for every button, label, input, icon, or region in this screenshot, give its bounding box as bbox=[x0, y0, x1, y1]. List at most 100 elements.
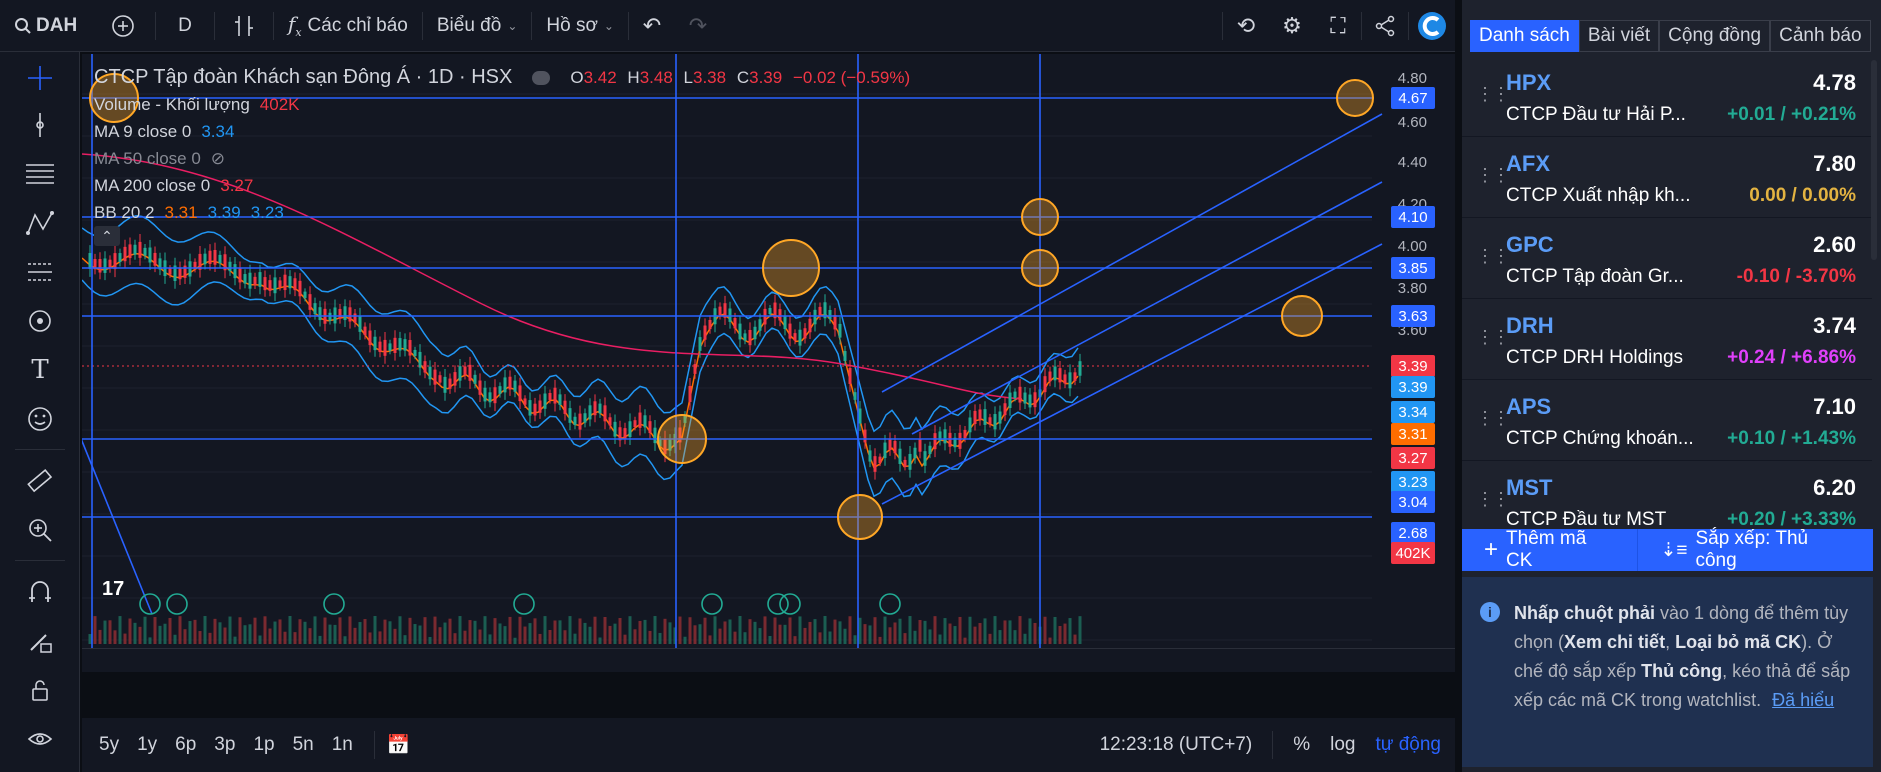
legend-ma200[interactable]: MA 200 close 0 3.27 bbox=[94, 172, 916, 199]
range-5y[interactable]: 5y bbox=[90, 734, 128, 756]
chart-type-button[interactable]: Biểu đồ ⌄ bbox=[423, 0, 532, 52]
percent-toggle[interactable]: % bbox=[1293, 734, 1310, 756]
watchlist-row[interactable]: ⋮⋮ DRH 3.74 CTCP DRH Holdings +0.24 / +6.86% bbox=[1462, 299, 1872, 380]
profile-button[interactable]: Hồ sơ ⌄ bbox=[532, 0, 628, 52]
drag-handle-icon[interactable]: ⋮⋮ bbox=[1476, 408, 1510, 429]
candle-body bbox=[1063, 374, 1067, 384]
redo-button[interactable]: ↷ bbox=[675, 0, 721, 52]
volume-bar bbox=[88, 634, 92, 644]
channel-line bbox=[881, 243, 1383, 505]
undo-button[interactable]: ↶ bbox=[629, 0, 675, 52]
volume-bar bbox=[448, 618, 452, 644]
tab-1[interactable]: Bài viết bbox=[1578, 20, 1660, 52]
range-5n[interactable]: 5n bbox=[284, 734, 323, 756]
symbol-text: DAH bbox=[36, 14, 78, 36]
range-1y[interactable]: 1y bbox=[128, 734, 166, 756]
replay-button[interactable]: ⟲ bbox=[1223, 0, 1269, 52]
shapes-tool[interactable] bbox=[0, 296, 80, 345]
volume-bar bbox=[173, 634, 177, 644]
eye-off-icon[interactable]: ⊘ bbox=[211, 145, 225, 172]
watchlist-symbol[interactable]: APS bbox=[1506, 394, 1551, 420]
bar-style-button[interactable] bbox=[215, 0, 273, 52]
drag-handle-icon[interactable]: ⋮⋮ bbox=[1476, 84, 1510, 105]
log-toggle[interactable]: log bbox=[1330, 734, 1355, 756]
zoom-tool[interactable] bbox=[0, 505, 80, 554]
settings-button[interactable]: ⚙ bbox=[1269, 0, 1315, 52]
watchlist-row[interactable]: ⋮⋮ HPX 4.78 CTCP Đầu tư Hải P... +0.01 / +0.… bbox=[1462, 56, 1872, 137]
drag-handle-icon[interactable]: ⋮⋮ bbox=[1476, 246, 1510, 267]
range-1p[interactable]: 1p bbox=[244, 734, 283, 756]
candle-body bbox=[753, 326, 757, 340]
visibility-tool[interactable] bbox=[0, 714, 80, 763]
tab-2[interactable]: Cộng đồng bbox=[1659, 20, 1771, 52]
divider bbox=[15, 449, 65, 450]
candle-body bbox=[603, 405, 607, 422]
tab-3[interactable]: Cảnh báo bbox=[1770, 20, 1871, 52]
volume-bar bbox=[558, 620, 562, 644]
volume-bar bbox=[373, 616, 377, 644]
drag-handle-icon[interactable]: ⋮⋮ bbox=[1476, 165, 1510, 186]
text-tool[interactable]: T bbox=[0, 345, 80, 394]
candle-body bbox=[238, 268, 242, 283]
share-button[interactable] bbox=[1362, 0, 1408, 52]
measure-tool[interactable] bbox=[0, 456, 80, 505]
add-symbol-button[interactable]: + Thêm mã CK bbox=[1462, 528, 1637, 571]
indicators-button[interactable]: fx Các chỉ báo bbox=[274, 0, 422, 52]
clock-text[interactable]: 12:23:18 (UTC+7) bbox=[1100, 734, 1253, 756]
forecast-tool[interactable] bbox=[0, 247, 80, 296]
watchlist-symbol[interactable]: DRH bbox=[1506, 313, 1554, 339]
volume-bar bbox=[403, 635, 407, 644]
fullscreen-button[interactable]: ⛶ bbox=[1315, 0, 1361, 52]
candle-body bbox=[538, 400, 542, 413]
forecast-icon bbox=[28, 262, 52, 281]
tab-0[interactable]: Danh sách bbox=[1470, 20, 1579, 52]
legend-ma50[interactable]: MA 50 close 0 ⊘ bbox=[94, 145, 916, 172]
dividend-marker bbox=[166, 593, 188, 615]
legend-bb[interactable]: BB 20 2 3.31 3.39 3.23 bbox=[94, 199, 916, 226]
auto-toggle[interactable]: tự động bbox=[1375, 734, 1441, 756]
symbol-search[interactable]: DAH bbox=[0, 0, 91, 52]
drag-handle-icon[interactable]: ⋮⋮ bbox=[1476, 489, 1510, 510]
watchlist-symbol[interactable]: MST bbox=[1506, 475, 1552, 501]
collapse-icon[interactable] bbox=[532, 70, 551, 85]
brand-logo[interactable] bbox=[1409, 0, 1455, 52]
volume-bar bbox=[523, 626, 527, 644]
range-1n[interactable]: 1n bbox=[323, 734, 362, 756]
range-3p[interactable]: 3p bbox=[205, 734, 244, 756]
lock-drawings-tool[interactable] bbox=[0, 616, 80, 665]
dismiss-link[interactable]: Đã hiểu bbox=[1772, 690, 1834, 710]
watchlist-symbol[interactable]: AFX bbox=[1506, 151, 1550, 177]
tv-logo[interactable]: 17 bbox=[102, 578, 124, 601]
legend-collapse-button[interactable]: ⌃ bbox=[94, 226, 916, 246]
fib-tool[interactable] bbox=[0, 149, 80, 198]
crosshair-tool[interactable] bbox=[0, 56, 80, 100]
magnet-tool[interactable] bbox=[0, 567, 80, 616]
watchlist-row[interactable]: ⋮⋮ APS 7.10 CTCP Chứng khoán... +0.10 / +1.4… bbox=[1462, 380, 1872, 461]
watchlist-scrollbar[interactable] bbox=[1871, 56, 1879, 528]
goto-date-button[interactable]: 📅 bbox=[387, 733, 411, 757]
compare-button[interactable] bbox=[91, 0, 155, 52]
drag-handle-icon[interactable]: ⋮⋮ bbox=[1476, 327, 1510, 348]
watchlist-symbol[interactable]: GPC bbox=[1506, 232, 1554, 258]
watchlist-row[interactable]: ⋮⋮ GPC 2.60 CTCP Tập đoàn Gr... -0.10 / -3.7… bbox=[1462, 218, 1872, 299]
candle-body bbox=[833, 315, 837, 330]
pattern-tool[interactable] bbox=[0, 198, 80, 247]
highlight-circle bbox=[837, 494, 883, 540]
volume-bar bbox=[843, 628, 847, 644]
sort-button[interactable]: ⇣≡ Sắp xếp: Thủ công bbox=[1638, 528, 1873, 571]
trend-line-tool[interactable] bbox=[0, 100, 80, 149]
watchlist-row[interactable]: ⋮⋮ AFX 7.80 CTCP Xuất nhập kh... 0.00 / 0.00… bbox=[1462, 137, 1872, 218]
legend-volume[interactable]: Volume - Khối lượng 402K bbox=[94, 91, 916, 118]
lock-tool[interactable] bbox=[0, 665, 80, 714]
watchlist-symbol[interactable]: HPX bbox=[1506, 70, 1551, 96]
volume-bar bbox=[663, 618, 667, 644]
range-6p[interactable]: 6p bbox=[166, 734, 205, 756]
watchlist-row[interactable]: ⋮⋮ MST 6.20 CTCP Đầu tư MST +0.20 / +3.33% bbox=[1462, 461, 1872, 528]
legend-ma9[interactable]: MA 9 close 0 3.34 bbox=[94, 118, 916, 145]
chart-pane[interactable]: CTCP Tập đoàn Khách sạn Đông Á · 1D · HS… bbox=[82, 54, 1455, 672]
price-tick: 4.80 bbox=[1397, 70, 1427, 87]
volume-bar bbox=[98, 629, 102, 644]
interval-button[interactable]: D bbox=[156, 0, 214, 52]
emoji-tool[interactable] bbox=[0, 394, 80, 443]
candle-body bbox=[408, 340, 412, 356]
